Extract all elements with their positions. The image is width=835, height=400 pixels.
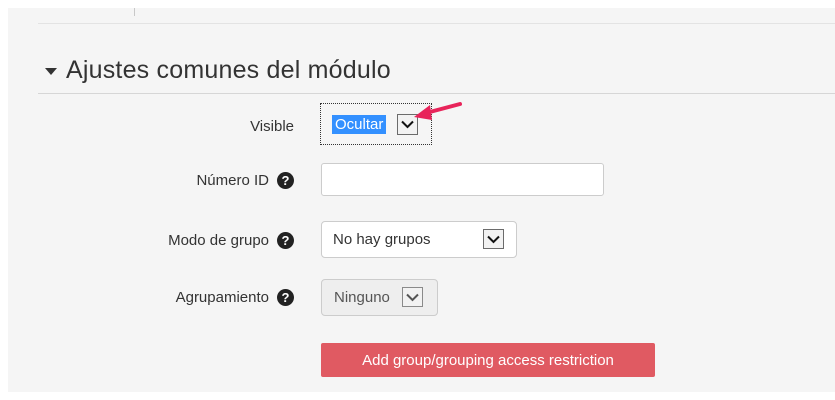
group-mode-label: Modo de grupo ? bbox=[168, 224, 294, 256]
grouping-label-text: Agrupamiento bbox=[175, 288, 269, 306]
section-divider bbox=[38, 93, 835, 94]
section-title: Ajustes comunes del módulo bbox=[66, 56, 391, 84]
top-divider bbox=[38, 23, 835, 24]
chevron-down-icon bbox=[406, 293, 419, 301]
grouping-label: Agrupamiento ? bbox=[176, 281, 294, 313]
form-panel: Ajustes comunes del módulo bbox=[8, 8, 835, 392]
visible-label: Visible bbox=[250, 110, 294, 142]
id-number-input[interactable] bbox=[321, 163, 604, 196]
visible-select-chevron[interactable] bbox=[397, 114, 418, 135]
caret-down-icon bbox=[45, 67, 57, 75]
add-access-restriction-button[interactable]: Add group/grouping access restriction bbox=[321, 343, 655, 377]
id-number-label-text: Número ID bbox=[196, 171, 269, 189]
group-mode-label-text: Modo de grupo bbox=[168, 231, 269, 249]
question-circle-icon[interactable]: ? bbox=[277, 288, 294, 306]
chevron-down-icon bbox=[487, 235, 500, 243]
top-divider-tick bbox=[134, 8, 135, 16]
group-mode-select-chevron[interactable] bbox=[483, 229, 504, 249]
question-circle-icon[interactable]: ? bbox=[277, 231, 294, 249]
grouping-select-value: Ninguno bbox=[334, 289, 390, 306]
id-number-label: Número ID ? bbox=[196, 164, 294, 196]
visible-select-value: Ocultar bbox=[332, 115, 387, 134]
visible-label-text: Visible bbox=[250, 117, 294, 135]
grouping-select-chevron bbox=[402, 287, 423, 307]
section-header-common-settings[interactable]: Ajustes comunes del módulo bbox=[45, 53, 391, 87]
question-circle-icon[interactable]: ? bbox=[277, 171, 294, 189]
group-mode-select-value: No hay grupos bbox=[333, 231, 431, 248]
chevron-down-icon bbox=[401, 120, 414, 129]
